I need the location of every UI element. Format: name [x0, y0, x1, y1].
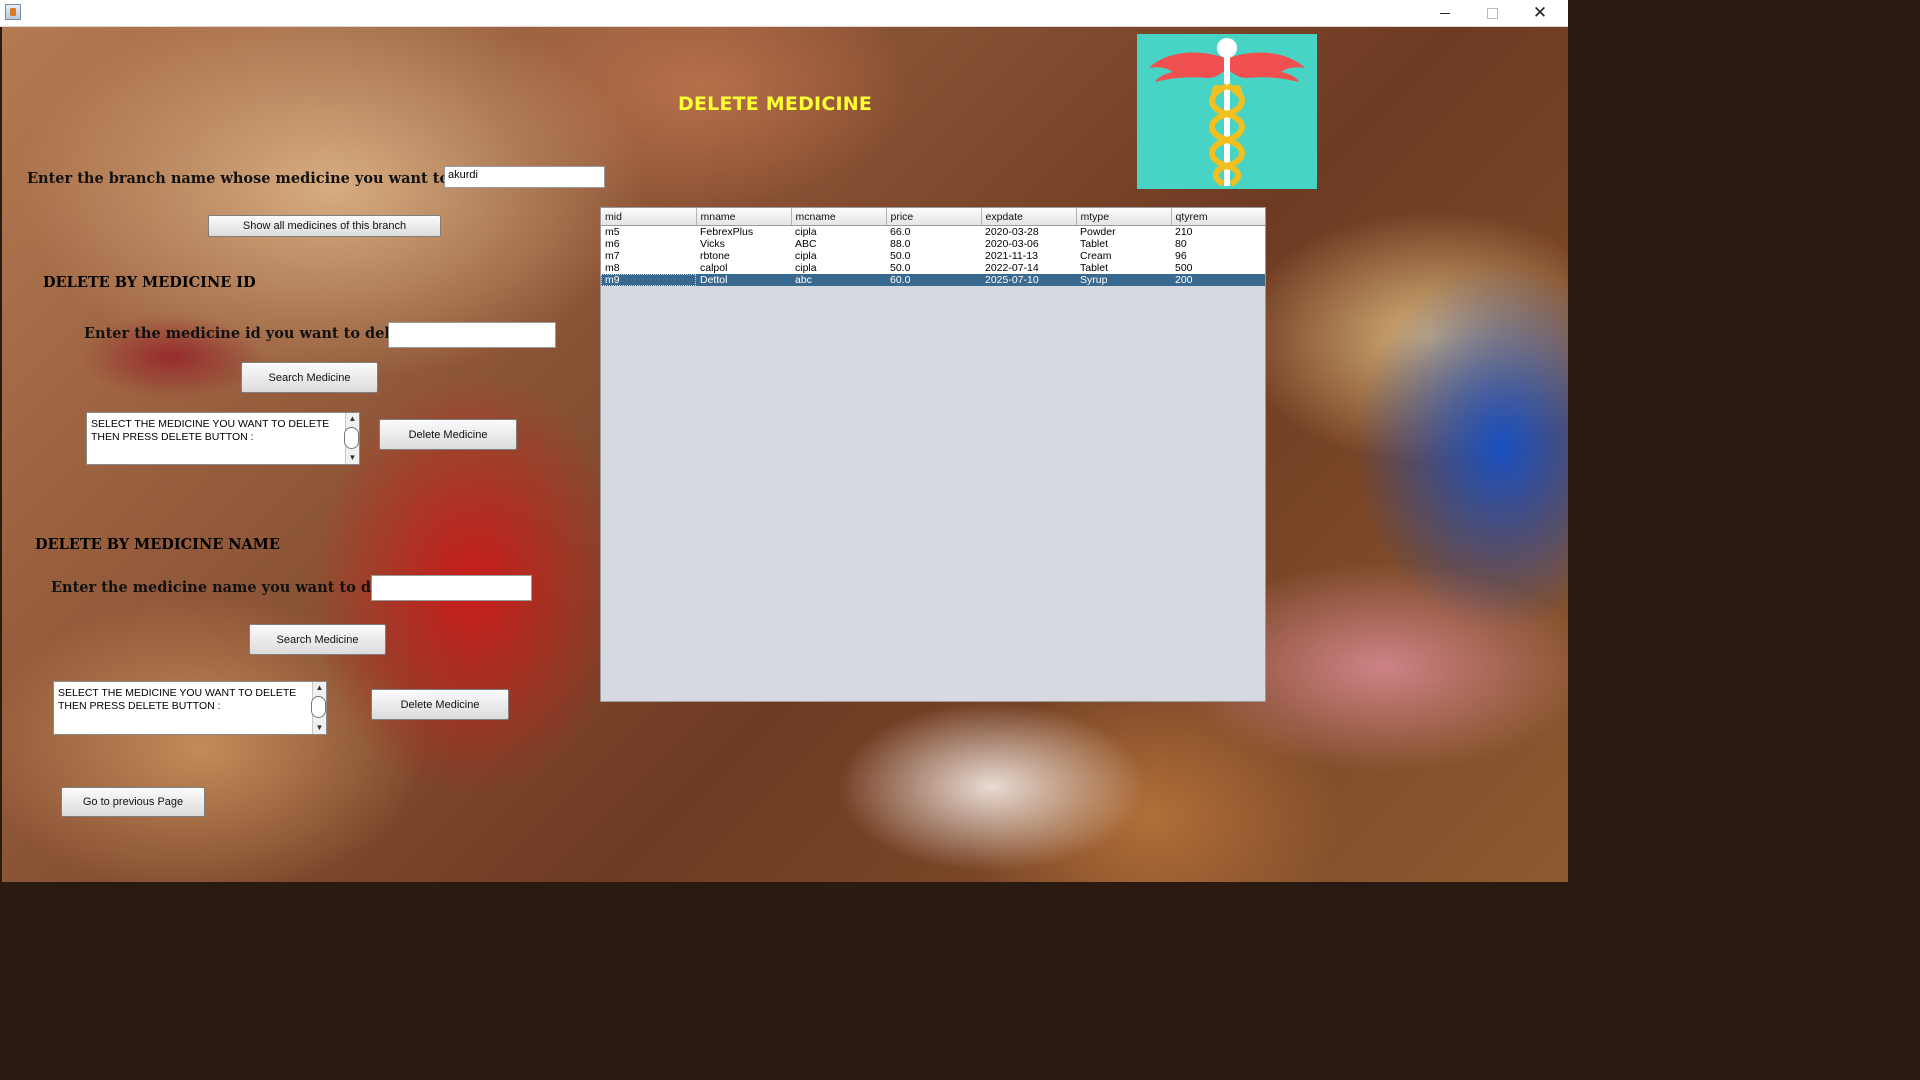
search-by-id-button[interactable]: Search Medicine: [241, 362, 378, 393]
medicines-table[interactable]: mid mname mcname price expdate mtype qty…: [600, 207, 1266, 702]
page-title: DELETE MEDICINE: [678, 93, 873, 115]
table-cell: Dettol: [696, 274, 791, 286]
table-row[interactable]: m7 rbtone cipla 50.0 2021-11-13 Cream 96: [601, 250, 1265, 262]
delete-by-id-heading: DELETE BY MEDICINE ID: [43, 274, 256, 291]
table-cell: 66.0: [886, 225, 981, 238]
maximize-button[interactable]: [1469, 0, 1515, 26]
previous-page-button[interactable]: Go to previous Page: [61, 787, 205, 817]
table-cell: m5: [601, 225, 696, 238]
table-cell: m7: [601, 250, 696, 262]
table-row[interactable]: m8 calpol cipla 50.0 2022-07-14 Tablet 5…: [601, 262, 1265, 274]
table-cell: 2020-03-28: [981, 225, 1076, 238]
delete-by-name-heading: DELETE BY MEDICINE NAME: [35, 536, 280, 553]
table-cell: m6: [601, 238, 696, 250]
table-cell: 60.0: [886, 274, 981, 286]
column-header-qtyrem[interactable]: qtyrem: [1171, 208, 1265, 226]
table-header-row: mid mname mcname price expdate mtype qty…: [601, 208, 1265, 226]
close-icon: ✕: [1532, 3, 1548, 22]
scroll-up-icon[interactable]: ▲: [346, 413, 359, 425]
delete-by-name-button[interactable]: Delete Medicine: [371, 689, 509, 720]
scroll-down-icon[interactable]: ▼: [313, 722, 326, 734]
column-header-mcname[interactable]: mcname: [791, 208, 887, 226]
scroll-up-icon[interactable]: ▲: [313, 682, 326, 694]
branch-label: Enter the branch name whose medicine you…: [27, 170, 515, 187]
scroll-down-icon[interactable]: ▼: [346, 452, 359, 464]
table-row[interactable]: m6 Vicks ABC 88.0 2020-03-06 Tablet 80: [601, 238, 1265, 250]
medicine-name-label: Enter the medicine name you want to dele…: [51, 579, 422, 596]
table-cell: 88.0: [886, 238, 981, 250]
table-cell: Tablet: [1076, 238, 1171, 250]
name-results-textarea[interactable]: SELECT THE MEDICINE YOU WANT TO DELETE T…: [53, 681, 327, 735]
table-cell: 200: [1171, 274, 1265, 286]
table-cell: Cream: [1076, 250, 1171, 262]
table-cell: 500: [1171, 262, 1265, 274]
id-results-textarea[interactable]: SELECT THE MEDICINE YOU WANT TO DELETE T…: [86, 412, 360, 465]
table-row-selected[interactable]: m9 Dettol abc 60.0 2025-07-10 Syrup 200: [601, 274, 1265, 286]
table-cell: m9: [601, 274, 696, 286]
id-results-scrollbar[interactable]: ▲ ▼: [344, 413, 359, 464]
column-header-mname[interactable]: mname: [696, 208, 792, 226]
id-results-text: SELECT THE MEDICINE YOU WANT TO DELETE T…: [91, 418, 330, 443]
table-cell: Syrup: [1076, 274, 1171, 286]
table-cell: rbtone: [696, 250, 791, 262]
table-cell: Powder: [1076, 225, 1171, 238]
table-cell: 210: [1171, 225, 1265, 238]
medicine-name-field[interactable]: [371, 575, 532, 601]
table-cell: 96: [1171, 250, 1265, 262]
table-cell: calpol: [696, 262, 791, 274]
main-panel: DELETE MEDICINE Enter the branch name wh…: [2, 27, 1568, 882]
search-by-name-button[interactable]: Search Medicine: [249, 624, 386, 655]
scroll-thumb[interactable]: [311, 696, 326, 718]
java-app-icon: [5, 4, 21, 20]
table-cell: Tablet: [1076, 262, 1171, 274]
caduceus-logo: [1137, 34, 1317, 189]
title-bar: ✕: [0, 0, 1568, 27]
table-cell: m8: [601, 262, 696, 274]
medicine-id-field[interactable]: [388, 322, 556, 348]
minimize-button[interactable]: [1422, 0, 1468, 26]
table-cell: 2025-07-10: [981, 274, 1076, 286]
table-cell: FebrexPlus: [696, 225, 791, 238]
column-header-mid[interactable]: mid: [601, 208, 697, 226]
scroll-thumb[interactable]: [344, 427, 359, 449]
table-cell: cipla: [791, 225, 886, 238]
table-cell: ABC: [791, 238, 886, 250]
close-button[interactable]: ✕: [1517, 0, 1563, 26]
table-row[interactable]: m5 FebrexPlus cipla 66.0 2020-03-28 Powd…: [601, 225, 1265, 238]
minimize-icon: [1440, 12, 1450, 14]
table-cell: 80: [1171, 238, 1265, 250]
branch-name-field[interactable]: akurdi: [444, 166, 605, 188]
table-cell: Vicks: [696, 238, 791, 250]
table-cell: 50.0: [886, 250, 981, 262]
maximize-icon: [1486, 7, 1498, 19]
table-cell: cipla: [791, 262, 886, 274]
table-cell: abc: [791, 274, 886, 286]
table-cell: 2022-07-14: [981, 262, 1076, 274]
table-cell: 2020-03-06: [981, 238, 1076, 250]
table-cell: cipla: [791, 250, 886, 262]
delete-by-id-button[interactable]: Delete Medicine: [379, 419, 517, 450]
column-header-mtype[interactable]: mtype: [1076, 208, 1172, 226]
column-header-expdate[interactable]: expdate: [981, 208, 1077, 226]
name-results-scrollbar[interactable]: ▲ ▼: [311, 682, 326, 734]
medicine-id-label: Enter the medicine id you want to delete…: [84, 325, 426, 342]
show-all-medicines-button[interactable]: Show all medicines of this branch: [208, 215, 441, 237]
column-header-price[interactable]: price: [886, 208, 982, 226]
table-cell: 2021-11-13: [981, 250, 1076, 262]
name-results-text: SELECT THE MEDICINE YOU WANT TO DELETE T…: [58, 687, 297, 712]
table-cell: 50.0: [886, 262, 981, 274]
